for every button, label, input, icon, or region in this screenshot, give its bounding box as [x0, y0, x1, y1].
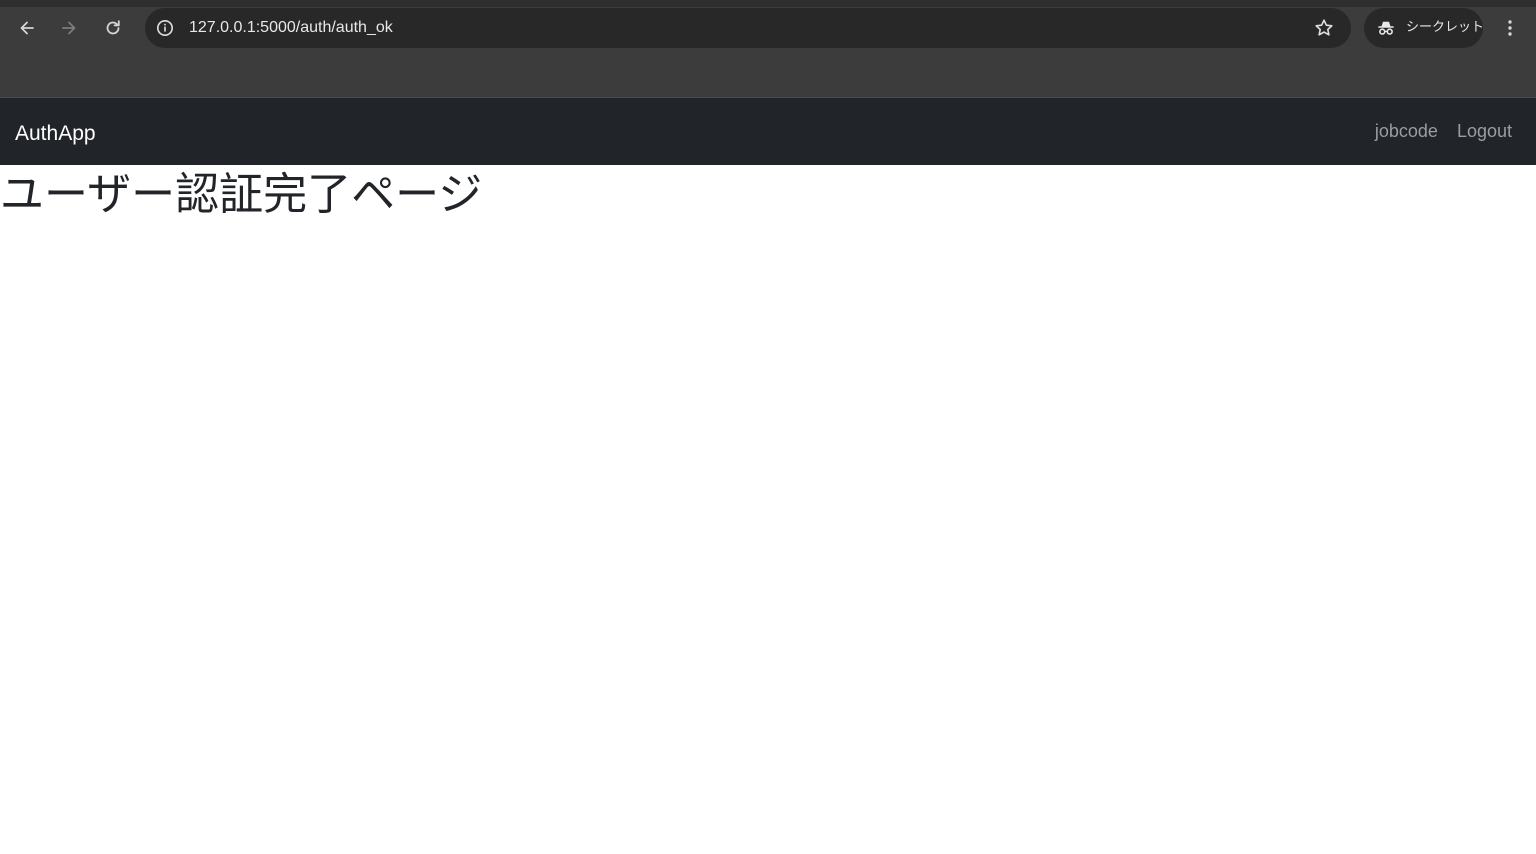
address-bar[interactable]: 127.0.0.1:5000/auth/auth_ok — [145, 8, 1351, 48]
arrow-right-icon — [62, 21, 76, 35]
incognito-label: シークレット — [1406, 20, 1485, 35]
nav-link-jobcode[interactable]: jobcode — [1375, 121, 1438, 142]
app-navbar: AuthApp jobcode Logout — [0, 98, 1536, 165]
tab-strip — [0, 0, 1536, 7]
forward-button[interactable] — [55, 14, 83, 42]
arrow-left-icon — [20, 21, 34, 35]
site-info-button[interactable] — [153, 16, 177, 40]
incognito-icon — [1378, 21, 1394, 35]
reload-button[interactable] — [99, 14, 127, 42]
info-icon — [157, 20, 173, 36]
browser-menu-button[interactable] — [1496, 14, 1524, 42]
incognito-indicator[interactable]: シークレット — [1364, 8, 1485, 48]
page-title: ユーザー認証完了ページ — [0, 169, 483, 220]
reload-icon — [106, 20, 120, 35]
kebab-menu-icon — [1508, 20, 1512, 36]
url-text[interactable]: 127.0.0.1:5000/auth/auth_ok — [189, 8, 393, 48]
nav-link-logout[interactable]: Logout — [1457, 121, 1512, 142]
navbar-brand[interactable]: AuthApp — [15, 98, 96, 170]
bookmark-button[interactable] — [1313, 17, 1335, 39]
star-icon — [1315, 19, 1333, 36]
browser-chrome: 127.0.0.1:5000/auth/auth_ok シークレット — [0, 0, 1536, 98]
navbar-links: jobcode Logout — [1375, 98, 1512, 165]
back-button[interactable] — [13, 14, 41, 42]
browser-toolbar: 127.0.0.1:5000/auth/auth_ok シークレット — [0, 7, 1536, 49]
